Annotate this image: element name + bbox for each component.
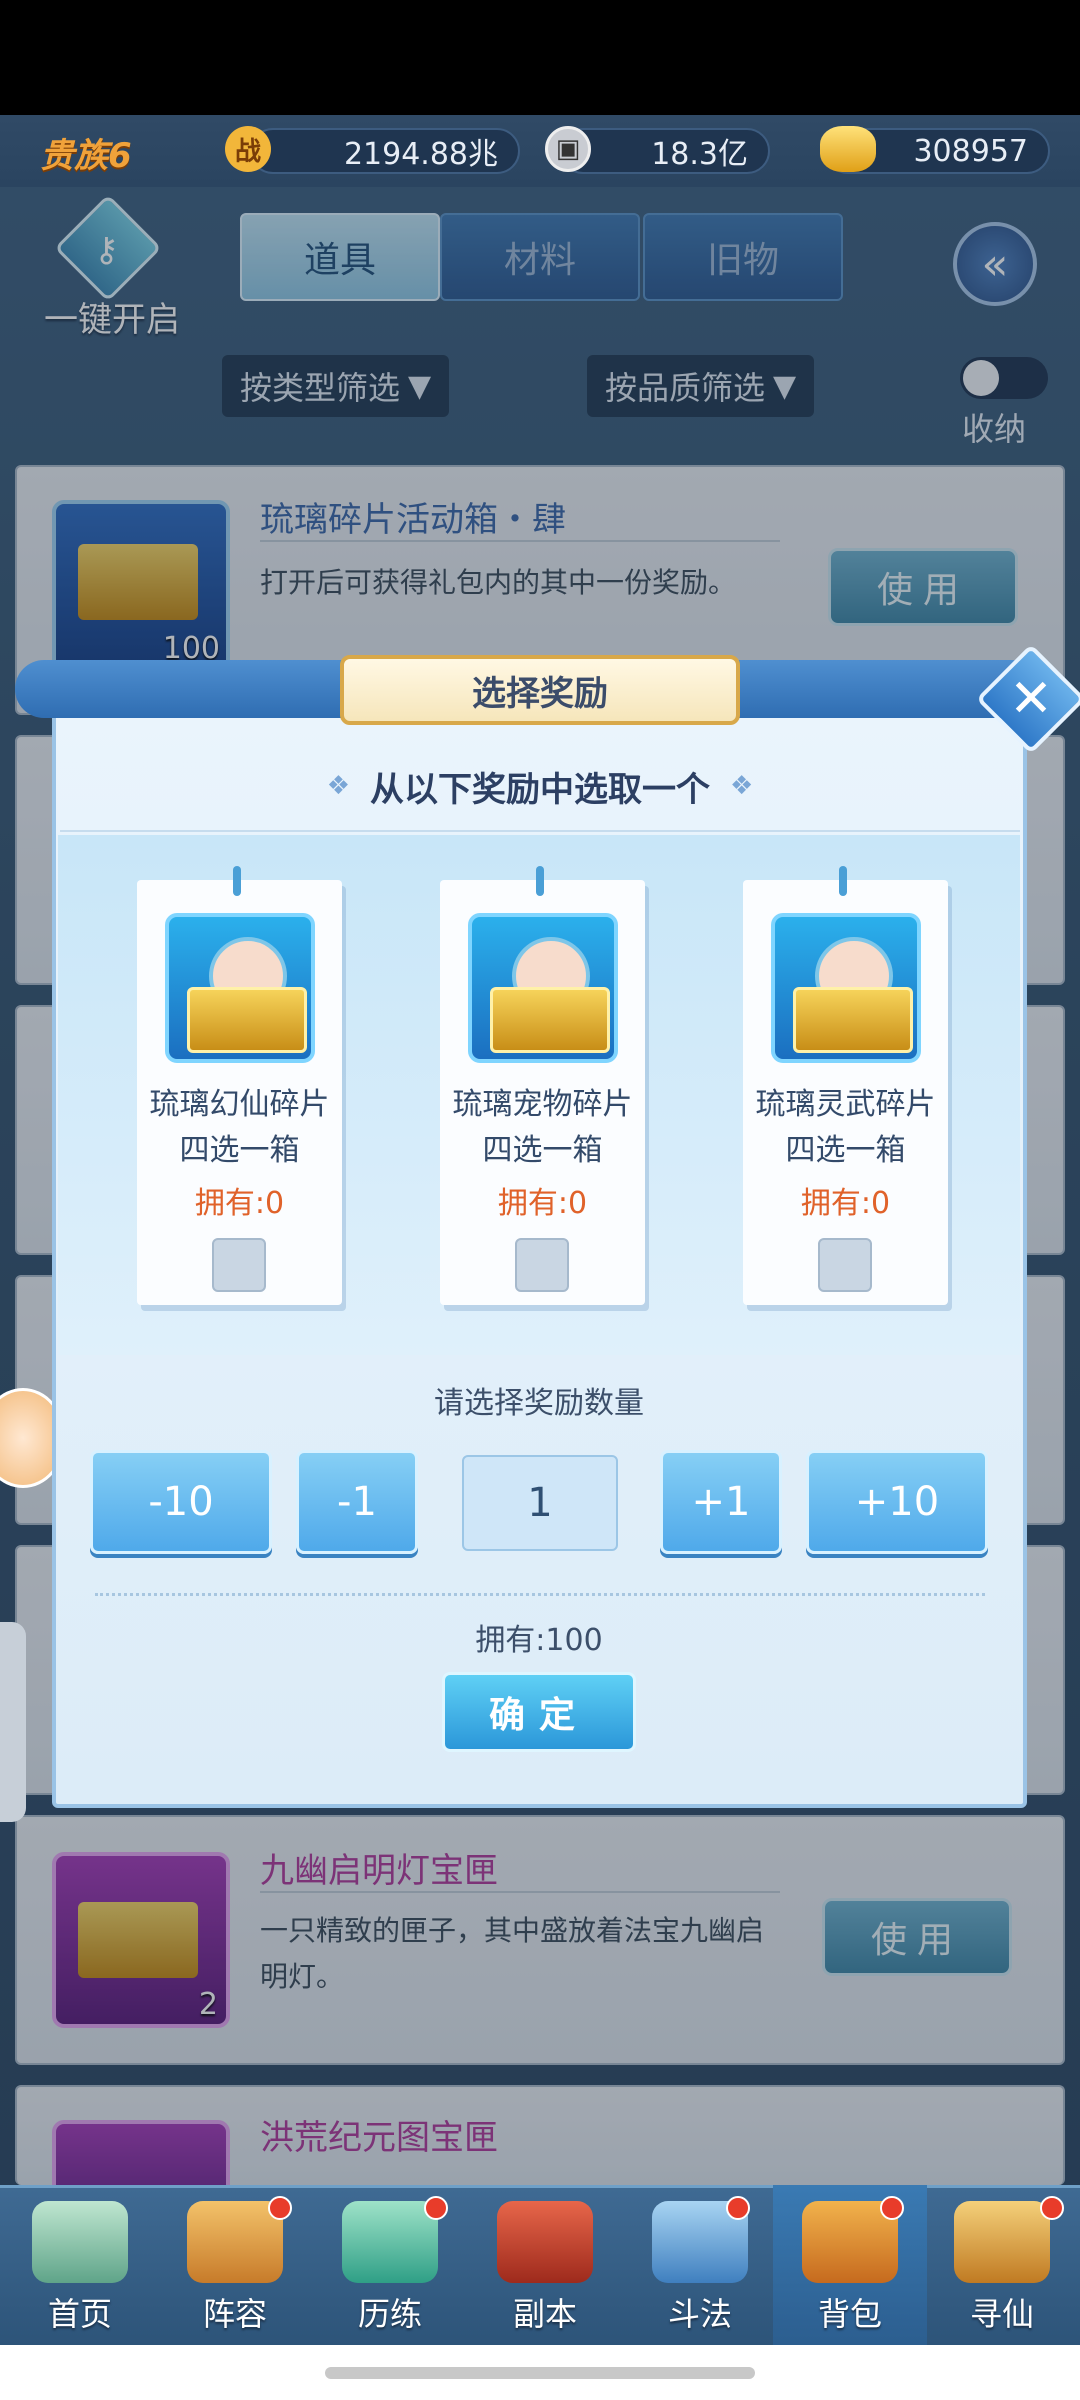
status-bar <box>0 0 1080 115</box>
coin-icon: ▣ <box>545 126 591 172</box>
close-icon[interactable]: ✕ <box>992 660 1070 738</box>
seek-immortal-icon <box>954 2201 1050 2283</box>
reward-choice-owned: 拥有:0 <box>194 1186 285 1221</box>
nav-training-label: 历练 <box>357 2295 422 2333</box>
diamond-ornament-icon: ❖ <box>326 771 350 801</box>
reward-box-icon <box>771 913 921 1063</box>
reward-choice-name: 琉璃灵武碎片四选一箱 <box>755 1087 936 1168</box>
diamond-ornament-icon: ❖ <box>730 771 754 801</box>
notification-dot <box>268 2196 292 2220</box>
power-value: 2194.88兆 <box>250 128 520 174</box>
home-icon <box>32 2201 128 2283</box>
home-indicator[interactable] <box>325 2367 755 2379</box>
nav-dungeon-label: 副本 <box>512 2295 577 2333</box>
nav-seek-immortal-label: 寻仙 <box>969 2295 1034 2333</box>
reward-choice-name: 琉璃幻仙碎片四选一箱 <box>149 1087 330 1168</box>
nav-arena-label: 斗法 <box>667 2295 732 2333</box>
plus-10-button[interactable]: +10 <box>806 1450 988 1554</box>
reward-box-icon <box>468 913 618 1063</box>
training-icon <box>342 2201 438 2283</box>
nav-home[interactable]: 首页 <box>3 2185 157 2345</box>
nav-lineup-label: 阵容 <box>202 2295 267 2333</box>
power-icon: 战 <box>225 126 271 172</box>
confirm-button[interactable]: 确定 <box>442 1672 636 1752</box>
ingot-icon <box>820 126 876 172</box>
reward-choice-checkbox[interactable] <box>818 1238 872 1292</box>
dialog-subtitle: ❖ 从以下奖励中选取一个 ❖ <box>60 742 1020 832</box>
dotted-divider <box>95 1593 985 1596</box>
subtitle-text: 从以下奖励中选取一个 <box>370 769 710 810</box>
dialog-title: 选择奖励 <box>340 655 740 725</box>
reward-box-icon <box>165 913 315 1063</box>
side-drawer-handle[interactable] <box>0 1622 26 1822</box>
quantity-label: 请选择奖励数量 <box>434 1386 644 1421</box>
nav-arena[interactable]: 斗法 <box>623 2185 777 2345</box>
nav-dungeon[interactable]: 副本 <box>468 2185 622 2345</box>
plus-1-button[interactable]: +1 <box>660 1450 782 1554</box>
minus-1-button[interactable]: -1 <box>296 1450 418 1554</box>
reward-choice-checkbox[interactable] <box>212 1238 266 1292</box>
nav-home-label: 首页 <box>47 2295 112 2333</box>
pin-icon <box>839 866 847 896</box>
nav-bag-label: 背包 <box>817 2295 882 2333</box>
dungeon-gate-icon <box>497 2201 593 2283</box>
notification-dot <box>880 2196 904 2220</box>
noble-rank: 贵族6 <box>40 136 132 176</box>
owned-total: 拥有:100 <box>475 1623 603 1658</box>
notification-dot <box>1040 2196 1064 2220</box>
minus-10-button[interactable]: -10 <box>90 1450 272 1554</box>
notification-dot <box>726 2196 750 2220</box>
reward-choice-name: 琉璃宠物碎片四选一箱 <box>452 1087 633 1168</box>
notification-dot <box>424 2196 448 2220</box>
coins-value: 18.3亿 <box>560 128 770 174</box>
reward-choice-owned: 拥有:0 <box>800 1186 891 1221</box>
pin-icon <box>536 866 544 896</box>
pin-icon <box>233 866 241 896</box>
quantity-input[interactable]: 1 <box>462 1455 618 1551</box>
reward-choice-owned: 拥有:0 <box>497 1186 588 1221</box>
reward-choice-checkbox[interactable] <box>515 1238 569 1292</box>
